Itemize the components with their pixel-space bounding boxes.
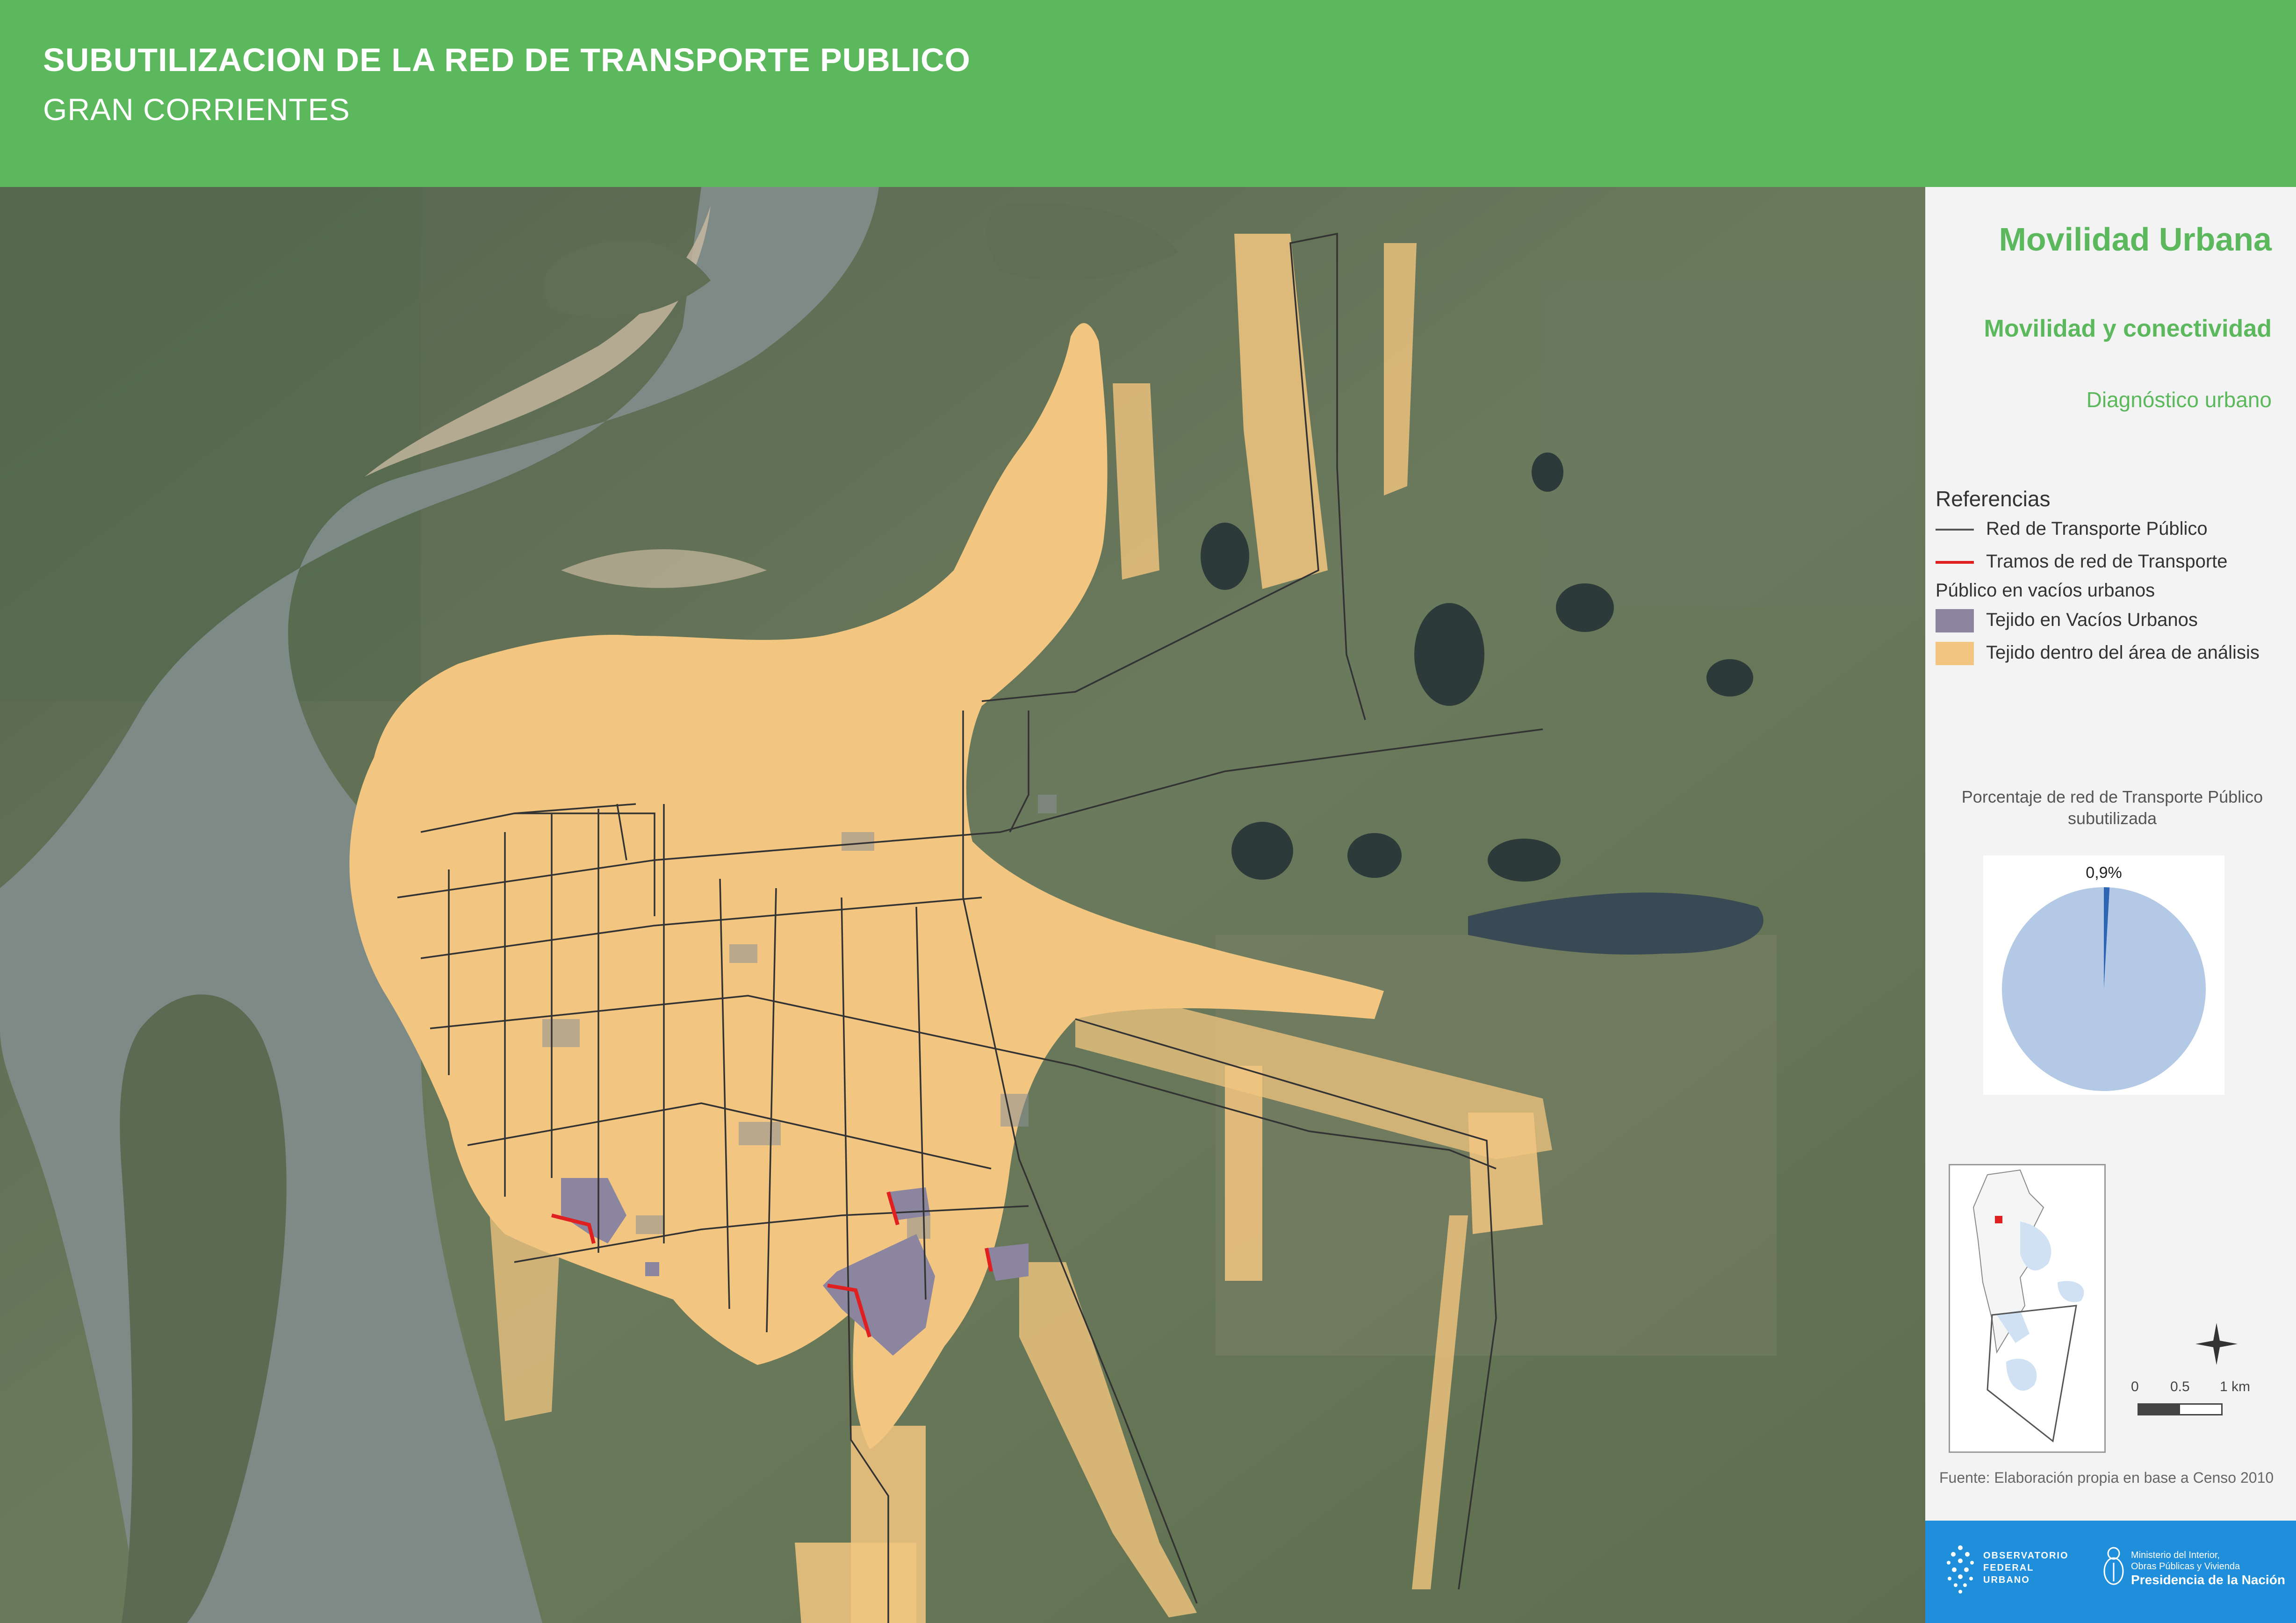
legend-panel: Movilidad Urbana Movilidad y conectivida… (1925, 187, 2296, 1623)
underused-line-icon (1936, 561, 1974, 564)
map-subtitle: GRAN CORRIENTES (43, 92, 350, 127)
location-marker (1995, 1216, 2002, 1223)
legend-item-underused: Tramos de red de Transporte Público en v… (1936, 551, 2228, 601)
observatorio-logo-icon (1947, 1545, 1974, 1594)
references-title: Referencias (1936, 487, 2051, 511)
map-canvas (0, 187, 1925, 1623)
legend-item-vacant: Tejido en Vacíos Urbanos (1936, 605, 2198, 634)
pie-chart (2002, 887, 2206, 1091)
network-line-icon (1936, 529, 1974, 531)
map-title: SUBUTILIZACION DE LA RED DE TRANSPORTE P… (43, 42, 971, 78)
panel-title: Movilidad Urbana (1999, 221, 2272, 258)
header-bar: SUBUTILIZACION DE LA RED DE TRANSPORTE P… (0, 0, 2296, 187)
scale-bar (2138, 1403, 2223, 1415)
scale-and-north: 0 0.5 1 km (2126, 1304, 2281, 1444)
pie-caption: Porcentaje de red de Transporte Público … (1961, 787, 2263, 828)
pie-slice-label: 0,9% (2086, 864, 2122, 882)
urban-fabric-swatch-icon (1936, 642, 1974, 666)
pie-chart-box: 0,9% (1983, 855, 2224, 1095)
scale-labels: 0 0.5 1 km (2131, 1379, 2251, 1394)
legend-item-fabric: Tejido dentro del área de análisis (1936, 638, 2291, 667)
observatorio-text: OBSERVATORIO FEDERAL URBANO (1983, 1551, 2069, 1585)
north-arrow-icon (2195, 1323, 2238, 1365)
panel-diagnostic: Diagnóstico urbano (2086, 388, 2272, 412)
ministerio-text: Ministerio del Interior, Obras Públicas … (2131, 1550, 2285, 1587)
footer-logos: OBSERVATORIO FEDERAL URBANO Ministerio d… (1925, 1521, 2296, 1623)
panel-subtitle: Movilidad y conectividad (1984, 315, 2272, 342)
location-inset-map (1949, 1164, 2106, 1453)
source-note: Fuente: Elaboración propia en base a Cen… (1939, 1469, 2274, 1486)
satellite-map[interactable] (0, 187, 1925, 1623)
inset-map-canvas (1972, 1169, 2084, 1443)
national-emblem-icon (2103, 1547, 2124, 1585)
vacant-fabric-swatch-icon (1936, 609, 1974, 633)
legend-item-network: Red de Transporte Público (1936, 514, 2208, 543)
